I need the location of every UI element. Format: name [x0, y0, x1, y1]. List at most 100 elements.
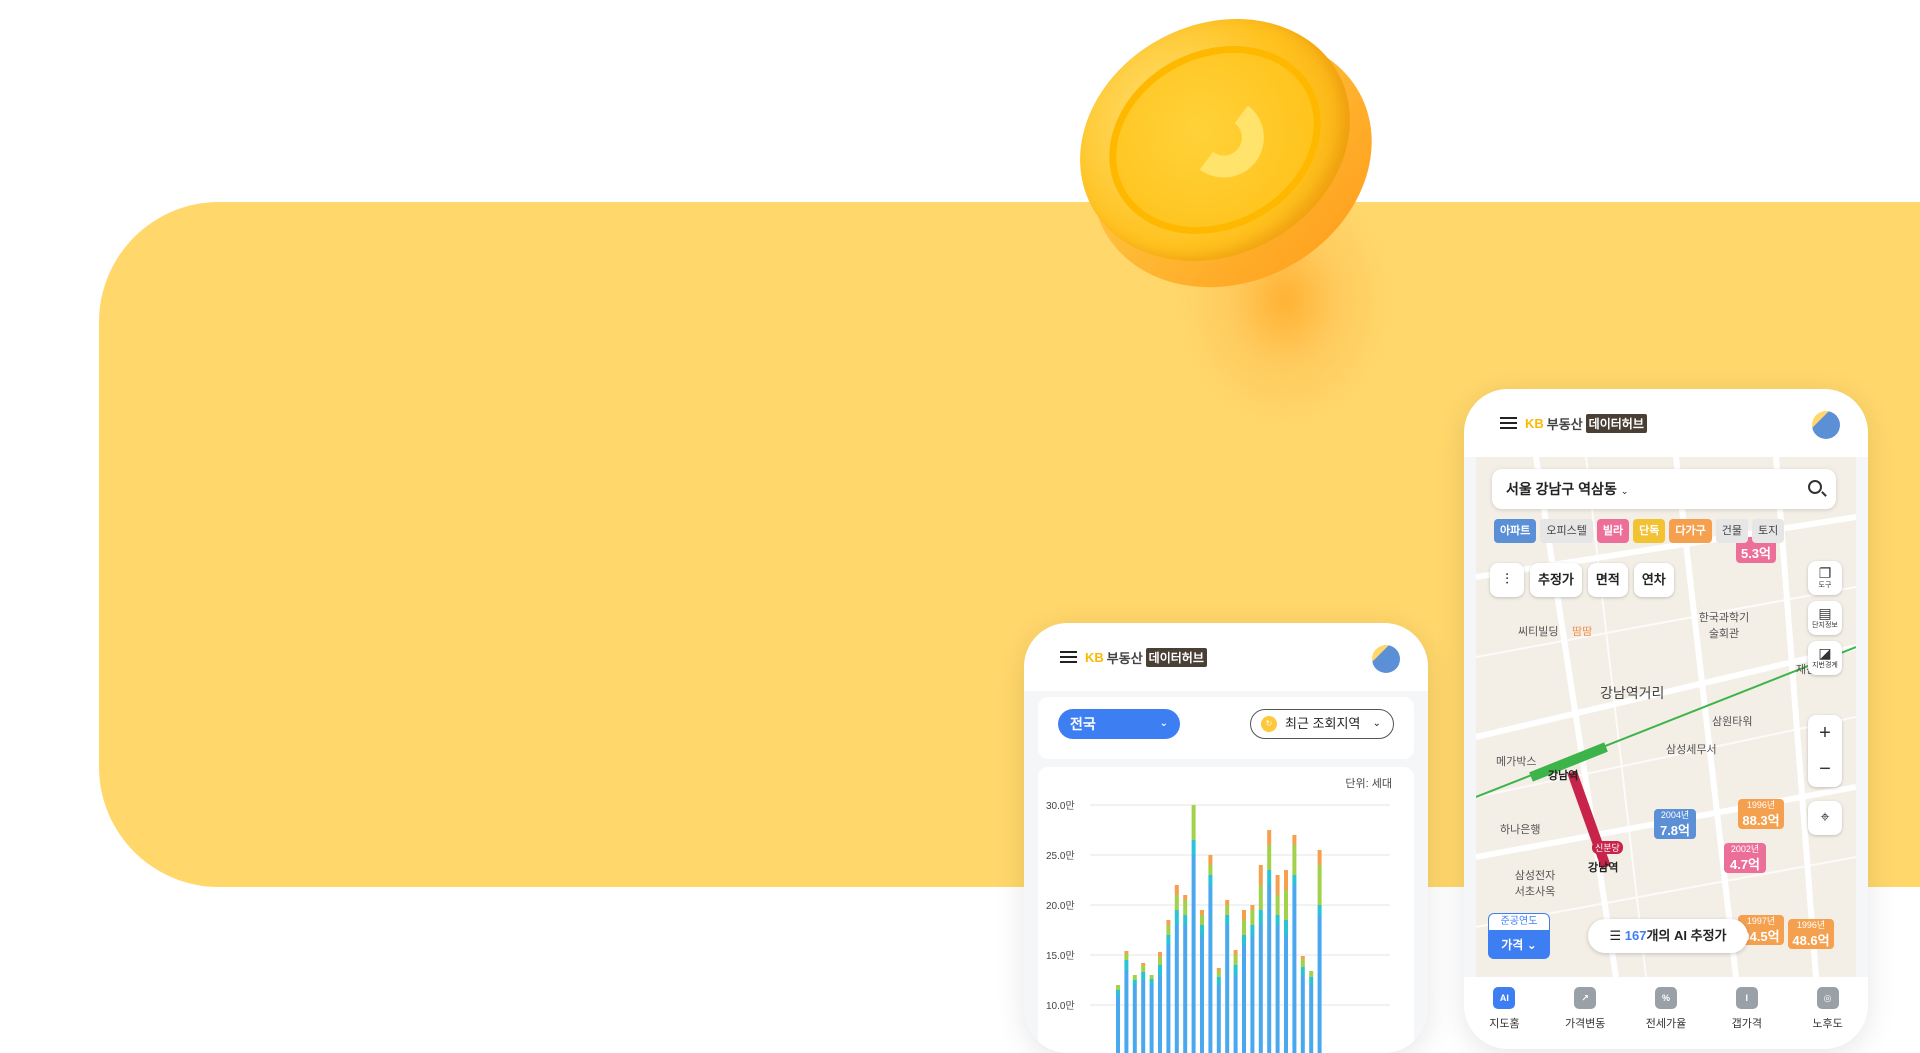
bar-segment[interactable] — [1183, 925, 1188, 1053]
price-marker[interactable]: 2004년 7.8억 — [1654, 809, 1696, 839]
avatar[interactable] — [1372, 645, 1400, 673]
bar-segment[interactable] — [1141, 966, 1146, 972]
bar-segment[interactable] — [1183, 915, 1188, 925]
bar-segment[interactable] — [1166, 925, 1171, 935]
bar-segment[interactable] — [1216, 971, 1221, 977]
app-logo[interactable]: KB 부동산 데이터허브 — [1525, 414, 1647, 433]
bar-segment[interactable] — [1166, 920, 1171, 925]
bar-segment[interactable] — [1233, 950, 1238, 955]
app-logo[interactable]: KB 부동산 데이터허브 — [1085, 648, 1207, 667]
bar-segment[interactable] — [1200, 925, 1204, 935]
bar-segment[interactable] — [1216, 985, 1221, 1053]
bar-segment[interactable] — [1267, 885, 1272, 1053]
tool-area-button[interactable]: 면적 — [1587, 563, 1628, 597]
bar-segment[interactable] — [1132, 985, 1137, 1053]
bar-segment[interactable] — [1300, 975, 1305, 1053]
bar-segment[interactable] — [1149, 975, 1154, 979]
avatar[interactable] — [1812, 411, 1840, 439]
bar-segment[interactable] — [1275, 895, 1280, 915]
bar-segment[interactable] — [1225, 915, 1230, 925]
price-filter-button[interactable]: 준공연도 가격 ⌄ — [1488, 913, 1550, 961]
bar-segment[interactable] — [1292, 845, 1297, 875]
bar-segment[interactable] — [1116, 995, 1120, 1053]
bar-segment[interactable] — [1258, 910, 1263, 925]
bar-segment[interactable] — [1258, 885, 1263, 910]
bar-segment[interactable] — [1141, 963, 1146, 966]
bar-segment[interactable] — [1158, 952, 1162, 957]
bar-segment[interactable] — [1216, 968, 1221, 971]
bar-segment[interactable] — [1225, 925, 1230, 1053]
bar-segment[interactable] — [1124, 954, 1129, 960]
bar-segment[interactable] — [1300, 956, 1305, 959]
bar-segment[interactable] — [1250, 905, 1255, 910]
bar-segment[interactable] — [1292, 875, 1297, 885]
bar-segment[interactable] — [1116, 985, 1120, 990]
bar-segment[interactable] — [1208, 885, 1213, 1053]
bar-segment[interactable] — [1158, 957, 1162, 965]
bar-segment[interactable] — [1158, 975, 1162, 1053]
nav-gap-price[interactable]: I 갭가격 — [1717, 987, 1777, 1049]
chip-detached[interactable]: 단독 — [1633, 519, 1666, 543]
bar-segment[interactable] — [1174, 885, 1179, 895]
bar-segment[interactable] — [1275, 915, 1280, 925]
bar-segment[interactable] — [1292, 885, 1297, 1053]
bar-segment[interactable] — [1300, 967, 1305, 975]
bar-segment[interactable] — [1141, 972, 1146, 980]
bar-segment[interactable] — [1149, 985, 1154, 1053]
price-marker[interactable]: 1996년 48.6억 — [1788, 919, 1834, 949]
bar-segment[interactable] — [1174, 910, 1179, 925]
location-search[interactable]: 서울 강남구 역삼동 ⌄ — [1492, 469, 1836, 509]
menu-icon[interactable] — [1500, 417, 1517, 429]
bar-segment[interactable] — [1225, 900, 1230, 905]
bar-segment[interactable] — [1200, 915, 1204, 925]
bar-segment[interactable] — [1174, 925, 1179, 1053]
bar-segment[interactable] — [1317, 905, 1322, 915]
tools-button[interactable]: ❐ 도구 — [1808, 561, 1842, 595]
bar-segment[interactable] — [1317, 865, 1322, 905]
filter-sliders-icon[interactable]: ⫶ — [1490, 563, 1524, 597]
bar-segment[interactable] — [1174, 895, 1179, 910]
bar-segment[interactable] — [1132, 975, 1137, 980]
price-marker[interactable]: 1996년 88.3억 — [1738, 799, 1784, 829]
nav-map-home[interactable]: AI 지도홈 — [1474, 987, 1534, 1049]
complex-info-button[interactable]: ▤ 단지정보 — [1808, 601, 1842, 635]
bar-segment[interactable] — [1149, 979, 1154, 985]
bar-segment[interactable] — [1200, 910, 1204, 915]
nav-price-change[interactable]: ↗ 가격변동 — [1555, 987, 1615, 1049]
map-view[interactable]: 강남역거리 씨티빌딩 땀땀 한국과학기술회관 메가박스 삼성세무서 삼원타워 하… — [1476, 457, 1856, 977]
bar-segment[interactable] — [1233, 965, 1238, 975]
bar-segment[interactable] — [1124, 951, 1129, 954]
bar-segment[interactable] — [1250, 910, 1255, 925]
zoom-out-button[interactable]: − — [1808, 751, 1842, 787]
bar-segment[interactable] — [1191, 805, 1196, 840]
bar-segment[interactable] — [1191, 855, 1196, 1053]
bar-segment[interactable] — [1250, 925, 1255, 935]
bar-segment[interactable] — [1166, 945, 1171, 1053]
chip-multi-family[interactable]: 다가구 — [1669, 519, 1712, 543]
locate-me-button[interactable]: ⌖ — [1808, 801, 1842, 835]
bar-segment[interactable] — [1216, 977, 1221, 985]
bar-segment[interactable] — [1242, 945, 1246, 1053]
zoom-in-button[interactable]: + — [1808, 715, 1842, 751]
bar-segment[interactable] — [1116, 990, 1120, 995]
bar-segment[interactable] — [1258, 865, 1263, 885]
bar-segment[interactable] — [1267, 830, 1272, 845]
bar-segment[interactable] — [1132, 980, 1137, 985]
bar-segment[interactable] — [1242, 920, 1246, 935]
nav-aging[interactable]: ◎ 노후도 — [1798, 987, 1858, 1049]
bar-segment[interactable] — [1166, 935, 1171, 945]
bar-segment[interactable] — [1158, 965, 1162, 975]
chip-villa[interactable]: 빌라 — [1596, 519, 1630, 543]
tool-estimate-button[interactable]: 추정가 — [1530, 563, 1582, 597]
bar-segment[interactable] — [1141, 980, 1146, 1053]
chip-officetel[interactable]: 오피스텔 — [1540, 519, 1593, 543]
bar-segment[interactable] — [1233, 955, 1238, 965]
tool-age-button[interactable]: 연차 — [1633, 563, 1674, 597]
bar-segment[interactable] — [1284, 870, 1288, 890]
price-marker[interactable]: 2002년 4.7억 — [1724, 843, 1766, 873]
bar-segment[interactable] — [1208, 865, 1213, 875]
search-icon[interactable] — [1808, 480, 1822, 494]
bar-segment[interactable] — [1250, 935, 1255, 1053]
chip-land[interactable]: 토지 — [1751, 519, 1785, 543]
bar-segment[interactable] — [1225, 905, 1230, 915]
